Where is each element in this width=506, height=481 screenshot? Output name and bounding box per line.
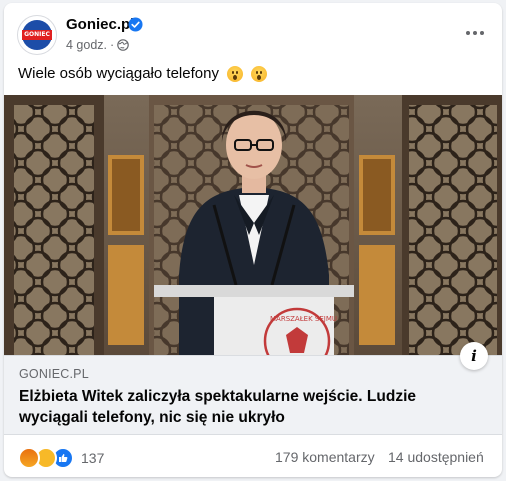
page-name-link[interactable]: Goniec.pl — [66, 16, 134, 33]
link-preview[interactable]: GONIEC.PL Elżbieta Witek zaliczyła spekt… — [4, 355, 502, 435]
info-icon[interactable]: i — [460, 342, 488, 370]
avatar[interactable]: GONIEC — [17, 15, 57, 55]
angry-reaction-icon — [18, 447, 40, 469]
astonished-emoji-icon — [226, 65, 243, 82]
link-title[interactable]: Elżbieta Witek zaliczyła spektakularne w… — [19, 386, 479, 428]
verified-badge-icon — [128, 17, 143, 32]
post-timestamp[interactable]: 4 godz. — [66, 38, 107, 52]
globe-icon[interactable] — [117, 39, 129, 51]
post-image-illustration: MARSZAŁEK SEJMU — [4, 95, 502, 355]
meta-separator: · — [110, 38, 115, 52]
comments-count-link[interactable]: 179 komentarzy — [275, 449, 375, 465]
post-meta: 4 godz. · — [66, 38, 129, 52]
link-domain: GONIEC.PL — [19, 367, 89, 381]
post-text: Wiele osób wyciągało telefony — [18, 65, 267, 82]
reaction-count: 137 — [81, 450, 105, 466]
post-image[interactable]: MARSZAŁEK SEJMU — [4, 95, 502, 355]
more-options-icon[interactable] — [460, 21, 490, 45]
post-header: GONIEC Goniec.pl 4 godz. · — [4, 3, 502, 61]
post-message: Wiele osób wyciągało telefony — [18, 65, 219, 82]
shares-count-link[interactable]: 14 udostępnień — [388, 449, 484, 465]
astonished-emoji-icon — [250, 65, 267, 82]
reactions-summary[interactable]: 137 — [18, 447, 104, 469]
podium-inscription: MARSZAŁEK SEJMU — [270, 315, 337, 323]
post-card: GONIEC Goniec.pl 4 godz. · Wiele osób wy… — [4, 3, 502, 477]
post-footer: 137 179 komentarzy 14 udostępnień — [4, 435, 502, 477]
avatar-logo: GONIEC — [22, 30, 52, 40]
avatar-logo-background: GONIEC — [22, 20, 52, 50]
